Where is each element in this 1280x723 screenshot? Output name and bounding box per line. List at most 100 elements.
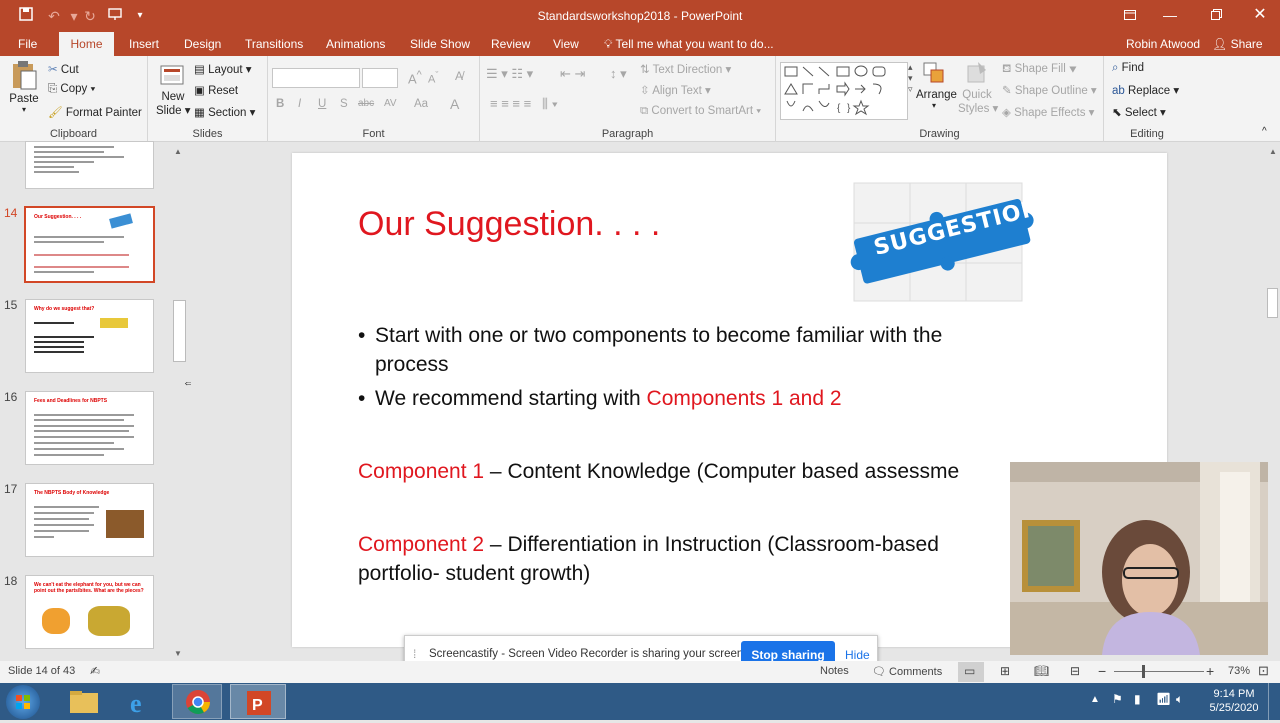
line-spacing-icon[interactable]: ↕ ▾: [610, 66, 627, 82]
new-slide-button[interactable]: New Slide ▾: [156, 60, 191, 117]
paste-button[interactable]: Paste ▾: [8, 60, 40, 114]
char-spacing-button[interactable]: AV: [384, 98, 397, 109]
share-button[interactable]: 👤︎ Share: [1206, 32, 1269, 56]
thumbnail-slide-15[interactable]: Why do we suggest that?: [25, 299, 154, 373]
align-text-button[interactable]: ⇳ Align Text ▾: [640, 83, 711, 97]
shape-outline-button[interactable]: ✎ Shape Outline ▾: [1002, 83, 1097, 97]
find-button[interactable]: ⌕ Find: [1112, 62, 1144, 75]
format-painter-button[interactable]: 🖌︎ Format Painter: [48, 105, 142, 119]
smartart-button[interactable]: ⧉ Convert to SmartArt ▾: [640, 105, 761, 118]
reset-button[interactable]: ▣ Reset: [194, 83, 238, 97]
thumbnail-slide-17[interactable]: The NBPTS Body of Knowledge: [25, 483, 154, 557]
battery-icon[interactable]: ▮: [1134, 692, 1141, 706]
shapes-more-icon[interactable]: ▴ ▾ ▿: [908, 62, 913, 95]
copy-button[interactable]: ⎘ Copy ▾: [48, 83, 95, 96]
zoom-level[interactable]: 73%: [1228, 665, 1250, 677]
volume-icon[interactable]: 🔈︎: [1176, 692, 1183, 707]
zoom-in-button[interactable]: +: [1206, 663, 1214, 679]
spellcheck-icon[interactable]: ✍︎: [90, 664, 100, 678]
customize-qat-icon[interactable]: ▾: [130, 6, 150, 26]
change-case-button[interactable]: Aa: [414, 98, 428, 110]
scroll-up-icon[interactable]: ▲: [174, 147, 182, 156]
reading-view-icon[interactable]: 📖︎: [1034, 664, 1049, 678]
strikethrough-button[interactable]: abc: [358, 98, 374, 109]
indent-icon[interactable]: ⇤ ⇥: [560, 66, 585, 82]
start-slideshow-icon[interactable]: [105, 6, 125, 26]
thumbnail-slide-16[interactable]: Fees and Deadlines for NBPTS: [25, 391, 154, 465]
slide-title[interactable]: Our Suggestion. . . .: [358, 205, 660, 244]
underline-button[interactable]: U: [318, 98, 326, 110]
shadow-button[interactable]: S: [340, 98, 348, 110]
notes-button[interactable]: Notes: [820, 665, 849, 677]
bullet-2[interactable]: • We recommend starting with Components …: [358, 384, 1158, 413]
italic-button[interactable]: I: [298, 98, 301, 110]
tray-expand-icon[interactable]: ▲: [1090, 694, 1100, 705]
scroll-up-icon[interactable]: ▲: [1269, 147, 1277, 156]
chrome-taskbar-button[interactable]: [172, 684, 222, 719]
clear-formatting-icon[interactable]: A̸: [455, 69, 463, 83]
thumbnail-slide-18[interactable]: We can't eat the elephant for you, but w…: [25, 575, 154, 649]
tell-me-box[interactable]: 💡︎ Tell me what you want to do...: [598, 32, 780, 56]
grow-font-icon[interactable]: A^: [408, 69, 422, 86]
tab-design[interactable]: Design: [178, 32, 227, 56]
tab-animations[interactable]: Animations: [320, 32, 391, 56]
network-icon[interactable]: 📶︎: [1156, 692, 1171, 706]
shrink-font-icon[interactable]: Aˇ: [428, 70, 438, 86]
zoom-out-button[interactable]: −: [1098, 663, 1106, 679]
slideshow-view-icon[interactable]: ⊟: [1070, 664, 1080, 678]
start-button[interactable]: [6, 685, 40, 719]
tab-file[interactable]: File: [12, 32, 43, 56]
cut-button[interactable]: ✂︎ Cut: [48, 62, 79, 76]
fit-slide-icon[interactable]: ⊡: [1258, 663, 1269, 679]
tab-slide-show[interactable]: Slide Show: [404, 32, 476, 56]
ribbon-display-icon[interactable]: [1110, 0, 1150, 32]
tab-home[interactable]: Home: [59, 32, 114, 56]
bullet-1[interactable]: • Start with one or two components to be…: [358, 321, 1158, 379]
tab-insert[interactable]: Insert: [123, 32, 165, 56]
align-icons[interactable]: ≡ ≡ ≡ ≡ ⫼ ▾: [490, 96, 558, 112]
thumbnail-slide-13[interactable]: [25, 141, 154, 189]
minimize-icon[interactable]: —: [1150, 0, 1190, 32]
editor-scrollbar-thumb[interactable]: [1267, 288, 1278, 318]
section-button[interactable]: ▦ Section ▾: [194, 105, 255, 119]
scroll-down-icon[interactable]: ▼: [174, 649, 182, 658]
tab-transitions[interactable]: Transitions: [239, 32, 309, 56]
suggestion-puzzle-image[interactable]: SUGGESTION: [844, 179, 1043, 305]
system-clock[interactable]: 9:14 PM 5/25/2020: [1204, 687, 1264, 715]
bold-button[interactable]: B: [276, 98, 284, 110]
thumbnail-scrollbar[interactable]: ▲ ▼: [172, 145, 187, 661]
zoom-slider-thumb[interactable]: [1142, 665, 1145, 678]
maximize-icon[interactable]: [1196, 0, 1236, 32]
hide-button[interactable]: Hide: [845, 648, 870, 662]
collapse-ribbon-icon[interactable]: ^: [1262, 126, 1267, 137]
layout-button[interactable]: ▤ Layout ▾: [194, 62, 252, 76]
replace-button[interactable]: ab Replace ▾: [1112, 83, 1179, 97]
action-center-icon[interactable]: ⚑: [1112, 692, 1123, 706]
select-button[interactable]: ⬉ Select ▾: [1112, 105, 1166, 119]
shape-fill-button[interactable]: ⛾ Shape Fill ▾: [1002, 62, 1077, 77]
powerpoint-taskbar-button[interactable]: P: [230, 684, 286, 719]
slide-sorter-icon[interactable]: ⊞: [1000, 664, 1010, 678]
zoom-slider-track[interactable]: [1114, 671, 1204, 672]
tab-view[interactable]: View: [547, 32, 585, 56]
comments-button[interactable]: 🗨︎ Comments: [872, 665, 942, 678]
undo-icon[interactable]: ↶: [44, 6, 64, 26]
tab-review[interactable]: Review: [485, 32, 536, 56]
close-icon[interactable]: ✕: [1240, 0, 1280, 32]
quick-styles-button[interactable]: Quick Styles ▾: [958, 60, 998, 115]
thumbnail-slide-14[interactable]: Our Suggestion. . . .: [24, 206, 155, 283]
font-name-input[interactable]: [272, 68, 360, 88]
text-direction-button[interactable]: ⇅ Text Direction ▾: [640, 62, 731, 76]
file-explorer-taskbar-button[interactable]: [62, 685, 106, 718]
font-color-icon[interactable]: A: [450, 96, 459, 112]
drag-handle-icon[interactable]: ⁞: [413, 647, 416, 661]
shape-effects-button[interactable]: ◈ Shape Effects ▾: [1002, 105, 1094, 119]
scrollbar-thumb[interactable]: [173, 300, 186, 362]
editor-scrollbar[interactable]: ▲: [1266, 143, 1280, 661]
bullets-icon[interactable]: ☰ ▾ ☷ ▾: [486, 66, 533, 82]
internet-explorer-taskbar-button[interactable]: e: [118, 685, 164, 718]
save-icon[interactable]: [16, 6, 36, 26]
font-size-input[interactable]: [362, 68, 398, 88]
show-desktop-button[interactable]: [1268, 683, 1280, 720]
arrange-button[interactable]: Arrange ▾: [916, 60, 957, 110]
